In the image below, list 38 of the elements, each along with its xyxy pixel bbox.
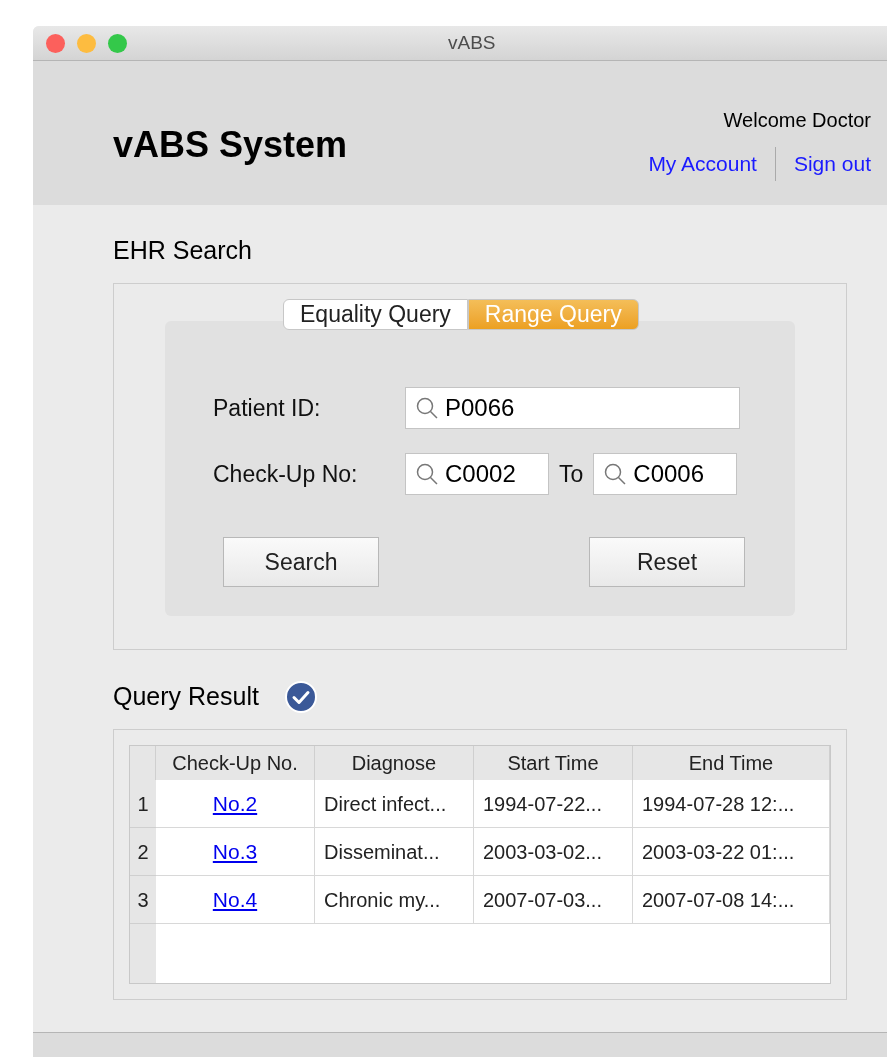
app-title: vABS System [113,123,348,167]
checkup-from-field[interactable]: C0002 [405,453,549,495]
zoom-button[interactable] [108,33,127,53]
sign-out-link[interactable]: Sign out [793,148,871,180]
welcome-text: Welcome Doctor [723,108,871,133]
reset-button[interactable]: Reset [589,537,745,587]
window-title: vABS [448,30,496,55]
search-icon [415,462,439,486]
checkup-to-field[interactable]: C0006 [593,453,738,495]
table-cell: 2003-03-22 01:... [633,828,830,876]
account-link[interactable]: My Account [648,148,757,180]
row-header-gutter [130,924,156,983]
minimize-button[interactable] [77,33,96,53]
row-number: 1 [130,780,156,828]
table-cell: Direct infect... [315,780,474,828]
checkup-link[interactable]: No.2 [212,787,258,820]
table-cell: 1994-07-28 12:... [633,780,830,828]
checkup-link[interactable]: No.4 [212,883,258,916]
checkup-link[interactable]: No.3 [212,835,258,868]
section-heading: Query Result [113,681,259,713]
patient-id-field[interactable]: P0066 [405,387,740,429]
table-cell: 2007-07-08 14:... [633,876,830,924]
search-icon [603,462,628,486]
range-separator: To [559,459,584,489]
row-number: 2 [130,828,156,876]
search-icon [415,396,439,420]
table-cell: 1994-07-22... [474,780,633,828]
field-label: Patient ID: [213,393,322,423]
table-cell: Disseminat... [315,828,474,876]
table-cell: 2003-03-02... [474,828,633,876]
row-number: 3 [130,876,156,924]
table-cell: Chronic my... [315,876,474,924]
table-cell: 2007-07-03... [474,876,633,924]
section-heading: EHR Search [113,235,253,265]
search-button[interactable]: Search [223,537,379,587]
close-button[interactable] [46,33,65,53]
field-label: Check-Up No: [213,459,359,489]
query-tab[interactable]: Equality Query [283,299,468,330]
